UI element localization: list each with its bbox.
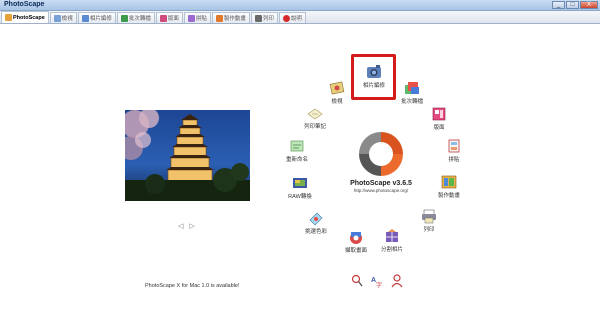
menu-label: RAW轉換 [288, 194, 312, 200]
menu-label: 版面 [433, 125, 445, 131]
page-layout-icon [432, 107, 446, 121]
menu-label: 拼貼 [448, 157, 460, 163]
bottom-toolbar: A 字 [351, 274, 403, 288]
menu-rename[interactable]: 重新命名 [277, 138, 317, 163]
aperture-logo-icon [359, 132, 403, 176]
home-icon [5, 14, 12, 21]
close-button[interactable]: X [580, 1, 598, 9]
tab-page[interactable]: 版面 [155, 12, 183, 23]
batch-icon [120, 14, 128, 22]
menu-editor[interactable]: 相片編修 [354, 64, 394, 89]
photo-preview[interactable] [125, 110, 250, 201]
print-icon [254, 14, 262, 22]
tab-gif[interactable]: 製作動畫 [211, 12, 250, 23]
menu-label: 列印筆記 [303, 124, 326, 130]
screen-capture-icon [350, 232, 362, 244]
title-bar: PhotoScape _ □ X [0, 0, 600, 11]
viewer-icon [329, 81, 345, 95]
tab-label: 說明 [290, 16, 302, 22]
menu-print[interactable]: 列印 [409, 208, 449, 233]
window-title: PhotoScape [4, 1, 45, 8]
photoscape-logo: PhotoScape v3.6.5 http://www.photoscape.… [336, 128, 426, 198]
menu-split[interactable]: 分割相片 [372, 228, 412, 253]
menu-label: 批次轉檔 [400, 99, 423, 105]
editor-icon [81, 14, 89, 22]
menu-print-note[interactable]: 列印筆記 [295, 105, 335, 130]
raw-converter-icon [293, 178, 307, 188]
color-picker-icon [309, 212, 323, 226]
tab-label: 檢視 [61, 16, 73, 22]
search-tool-icon[interactable] [351, 274, 363, 288]
menu-batch[interactable]: 批次轉檔 [392, 80, 432, 105]
tab-editor[interactable]: 相片編修 [77, 12, 116, 23]
gif-icon [215, 14, 223, 22]
animated-gif-icon [441, 175, 457, 189]
menu-label: 列印 [423, 227, 435, 233]
print-icon [422, 209, 436, 224]
tab-label: 拼貼 [195, 16, 207, 22]
rename-icon [290, 140, 304, 152]
tab-viewer[interactable]: 檢視 [49, 12, 77, 23]
editor-icon [367, 65, 381, 78]
svg-text:字: 字 [376, 281, 382, 288]
prev-arrow-icon[interactable]: ◁ [178, 222, 183, 230]
next-arrow-icon[interactable]: ▷ [189, 222, 194, 230]
menu-gif[interactable]: 製作動畫 [429, 174, 469, 199]
tab-label: 製作動畫 [223, 16, 246, 22]
menu-raw[interactable]: RAW轉換 [280, 175, 320, 200]
menu-label: 擷取畫面 [344, 248, 367, 254]
page-icon [159, 14, 167, 22]
tab-batch[interactable]: 批次轉檔 [116, 12, 155, 23]
tab-print[interactable]: 列印 [250, 12, 278, 23]
language-icon[interactable]: A 字 [371, 274, 383, 288]
menu-label: 分割相片 [380, 247, 403, 253]
tab-label: PhotoScape [13, 14, 45, 21]
app-url[interactable]: http://www.photoscape.org/ [336, 188, 426, 193]
menu-viewer[interactable]: 檢視 [317, 80, 357, 105]
maximize-button[interactable]: □ [566, 1, 579, 9]
window-controls: _ □ X [552, 1, 598, 9]
minimize-button[interactable]: _ [552, 1, 565, 9]
users-icon[interactable] [391, 274, 403, 288]
menu-label: 相片編修 [362, 83, 385, 89]
tab-label: 版面 [167, 16, 179, 22]
menu-label: 製作動畫 [437, 193, 460, 199]
tab-label: 批次轉檔 [128, 16, 151, 22]
viewer-icon [53, 14, 61, 22]
menu-combine[interactable]: 拼貼 [434, 138, 474, 163]
tab-label: 列印 [262, 16, 274, 22]
app-version: PhotoScape v3.6.5 [350, 180, 412, 187]
tab-photoscape[interactable]: PhotoScape [1, 11, 49, 23]
menu-label: 檢視 [331, 99, 343, 105]
tab-label: 相片編修 [89, 16, 112, 22]
tab-help[interactable]: 說明 [278, 12, 306, 23]
combine-icon [187, 14, 195, 22]
pagoda-image [125, 110, 250, 201]
splitter-icon [386, 229, 398, 242]
update-notice[interactable]: PhotoScape X for Mac 1.0 is available! [145, 283, 239, 289]
menu-label: 挑選色彩 [304, 229, 327, 235]
notepad-icon [307, 108, 323, 120]
tab-combine[interactable]: 拼貼 [183, 12, 211, 23]
help-icon [282, 14, 290, 22]
tab-bar: PhotoScape 檢視 相片編修 批次轉檔 版面 拼貼 製作動畫 列印 說明 [0, 11, 600, 24]
batch-editor-icon [405, 82, 419, 94]
slideshow-controls: ◁ ▷ [178, 222, 195, 230]
menu-color-picker[interactable]: 挑選色彩 [296, 210, 336, 235]
menu-label: 重新命名 [285, 157, 308, 163]
combine-icon [448, 139, 460, 153]
menu-capture[interactable]: 擷取畫面 [336, 229, 376, 254]
